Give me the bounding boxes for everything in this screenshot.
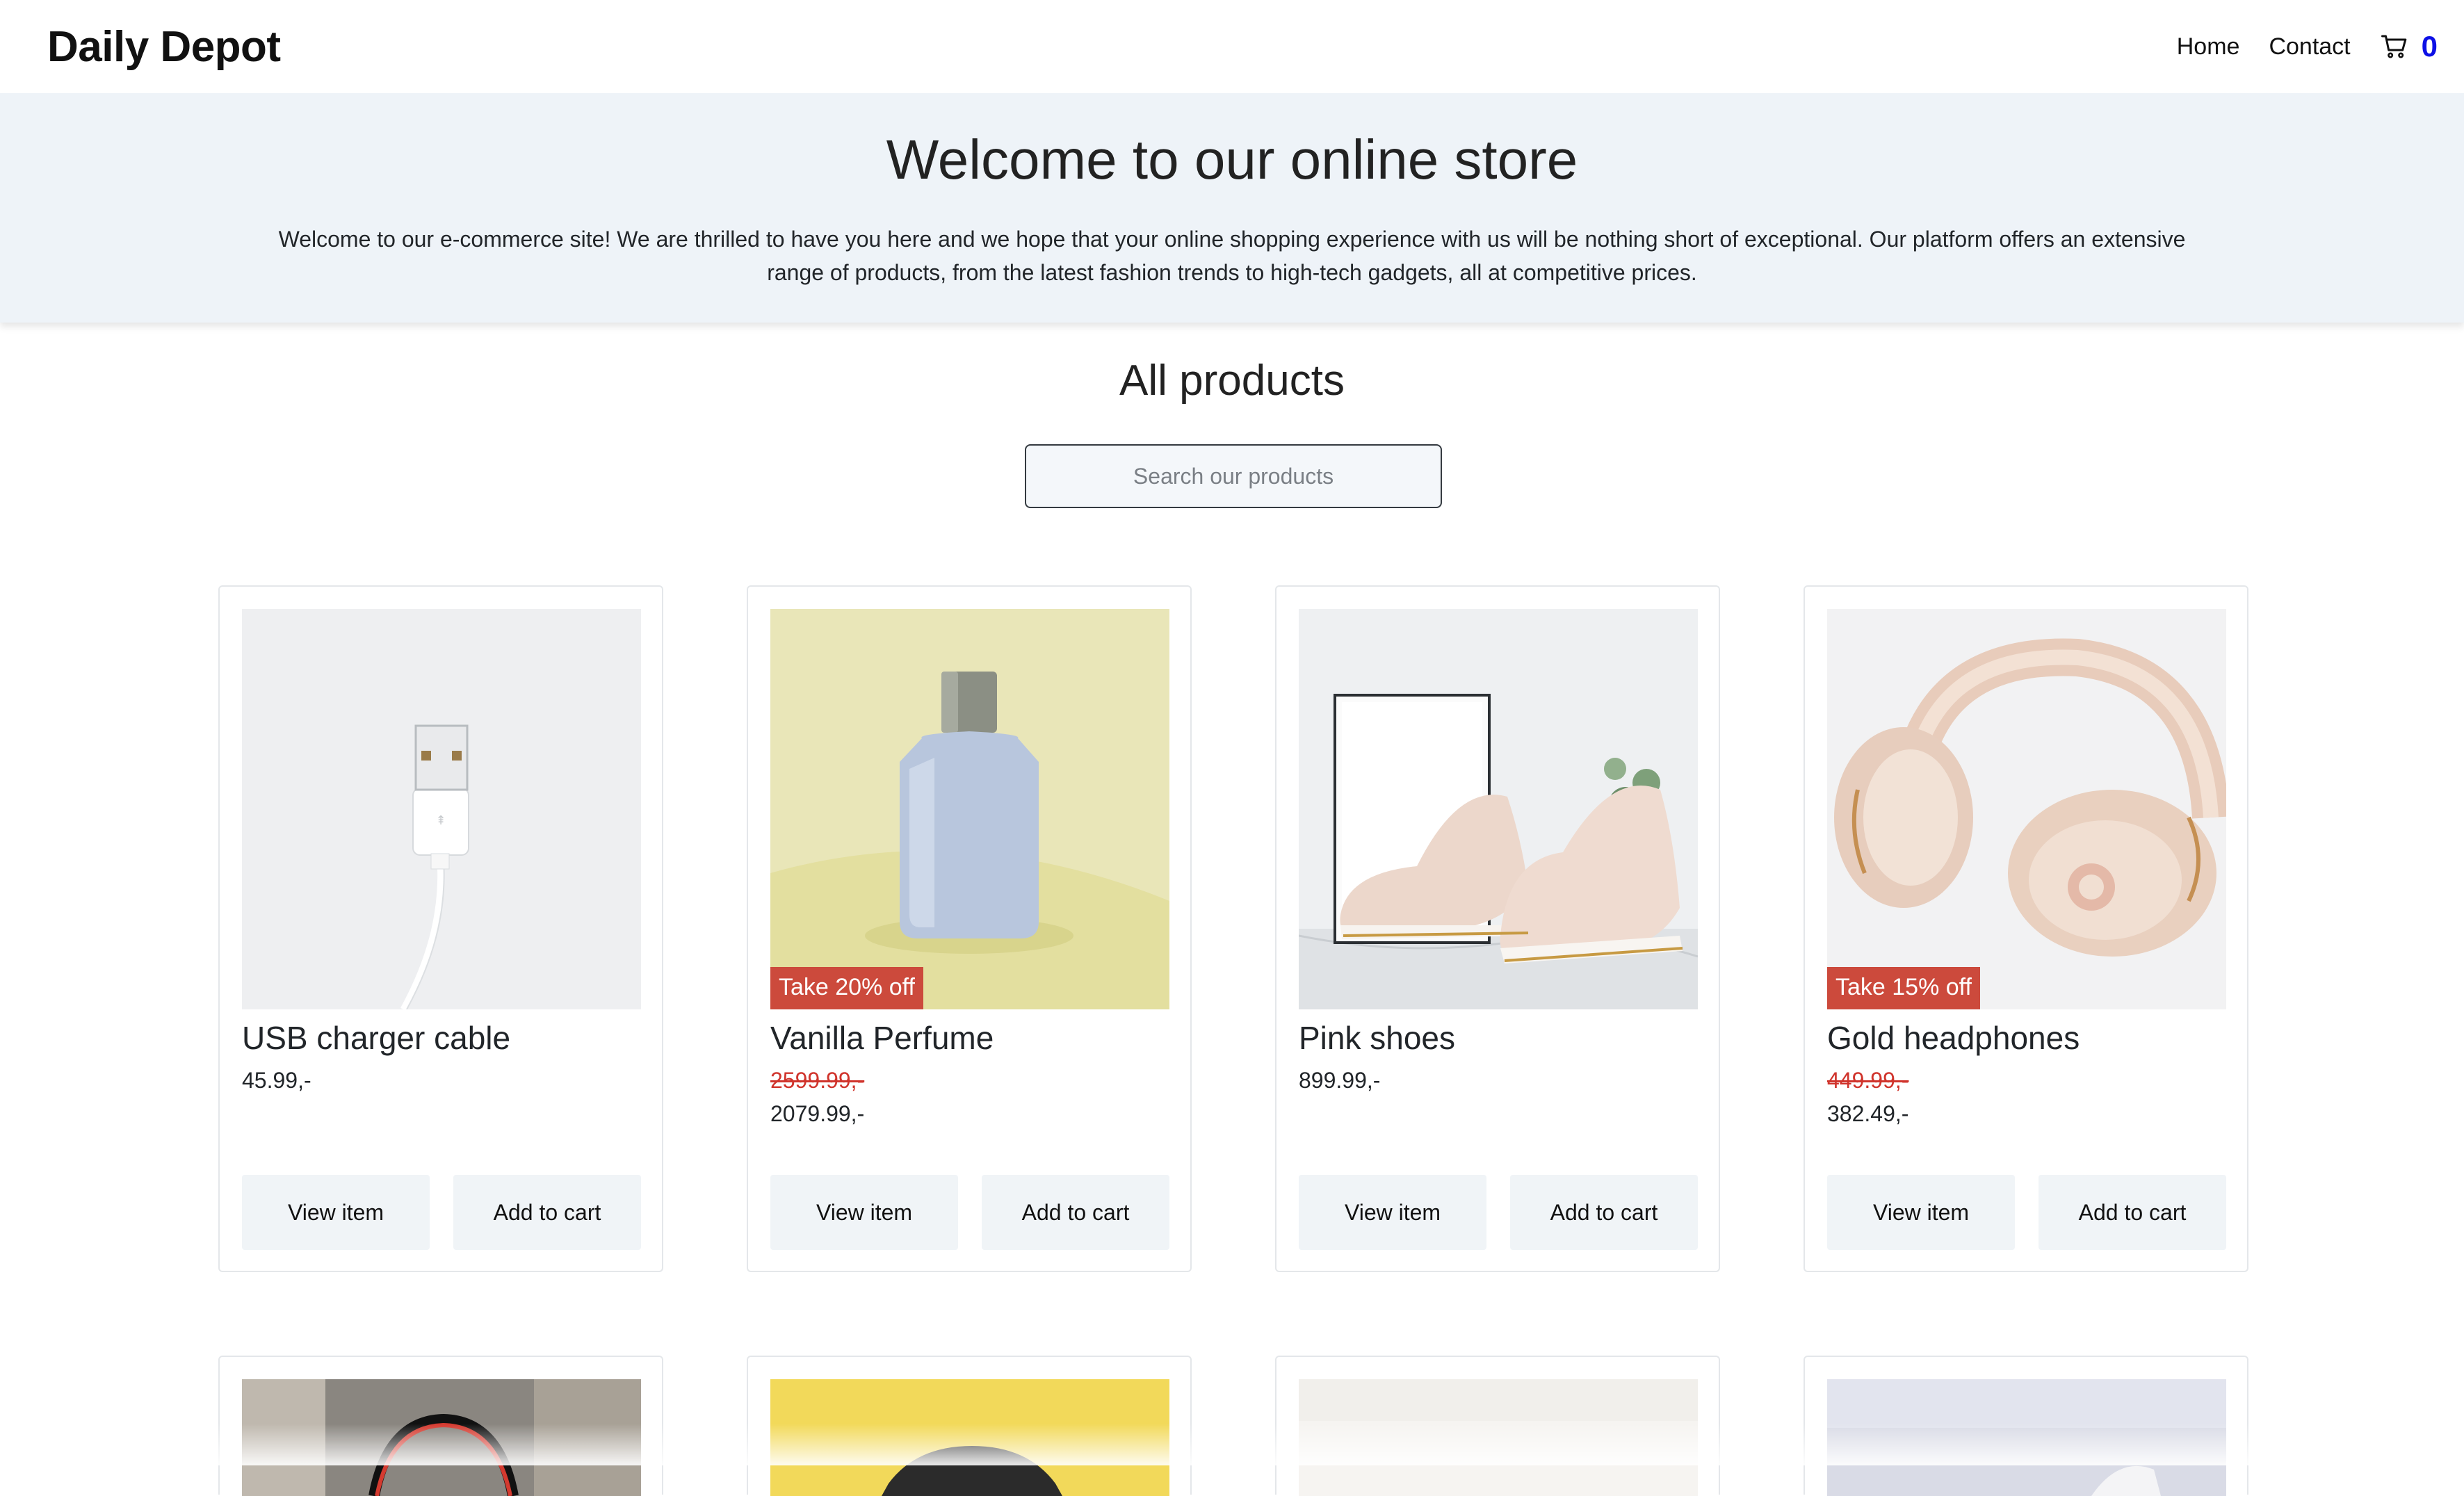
product-price: 45.99,- [242, 1068, 311, 1093]
product-card: Take 15% off Gold headphones 449.99,- 38… [1804, 585, 2248, 1272]
cart-icon [2381, 35, 2406, 58]
product-name[interactable]: Gold headphones [1827, 1019, 2080, 1057]
discount-badge: Take 20% off [770, 967, 923, 1009]
view-item-button[interactable]: View item [1827, 1175, 2015, 1250]
add-to-cart-button[interactable]: Add to cart [2039, 1175, 2226, 1250]
cart-button[interactable]: 0 [2380, 30, 2438, 63]
products-title: All products [1119, 357, 1345, 405]
product-card: ⇞ USB charger cable 45.99,- View item Ad… [218, 585, 663, 1272]
view-item-button[interactable]: View item [242, 1175, 430, 1250]
product-price: 2079.99,- [770, 1101, 865, 1126]
hero-description: Welcome to our e-commerce site! We are t… [278, 227, 2186, 285]
navbar: Daily Depot Home Contact 0 [0, 0, 2464, 93]
nav-contact-link[interactable]: Contact [2269, 33, 2350, 60]
product-image-usb-cable[interactable]: ⇞ [242, 609, 641, 1009]
nav-home-link[interactable]: Home [2177, 33, 2240, 60]
cart-count-badge: 0 [2421, 30, 2438, 63]
add-to-cart-button[interactable]: Add to cart [453, 1175, 641, 1250]
product-price: 899.99,- [1299, 1068, 1381, 1093]
brand-logo[interactable]: Daily Depot [47, 22, 281, 72]
svg-text:⇞: ⇞ [435, 813, 446, 828]
product-search-input[interactable] [1025, 444, 1442, 508]
product-name[interactable]: Vanilla Perfume [770, 1019, 994, 1057]
add-to-cart-button[interactable]: Add to cart [1510, 1175, 1698, 1250]
add-to-cart-button[interactable]: Add to cart [982, 1175, 1169, 1250]
product-name[interactable]: Pink shoes [1299, 1019, 1455, 1057]
discount-badge: Take 15% off [1827, 967, 1980, 1009]
hero-banner: Welcome to our online store Welcome to o… [0, 93, 2464, 323]
product-card: Take 20% off Vanilla Perfume 2599.99,- 2… [747, 585, 1192, 1272]
bottom-fade [0, 1424, 2464, 1465]
nav-links: Home Contact 0 [2177, 30, 2438, 63]
product-image-pink-shoes[interactable] [1299, 609, 1698, 1009]
product-image-gold-headphones[interactable]: Take 15% off [1827, 609, 2226, 1009]
view-item-button[interactable]: View item [1299, 1175, 1486, 1250]
product-original-price: 449.99,- [1827, 1068, 1909, 1093]
hero-title: Welcome to our online store [886, 129, 1578, 190]
view-item-button[interactable]: View item [770, 1175, 958, 1250]
product-name[interactable]: USB charger cable [242, 1019, 510, 1057]
product-card: Pink shoes 899.99,- View item Add to car… [1275, 585, 1720, 1272]
product-original-price: 2599.99,- [770, 1068, 865, 1093]
product-price: 382.49,- [1827, 1101, 1909, 1126]
product-image-vanilla-perfume[interactable]: Take 20% off [770, 609, 1169, 1009]
